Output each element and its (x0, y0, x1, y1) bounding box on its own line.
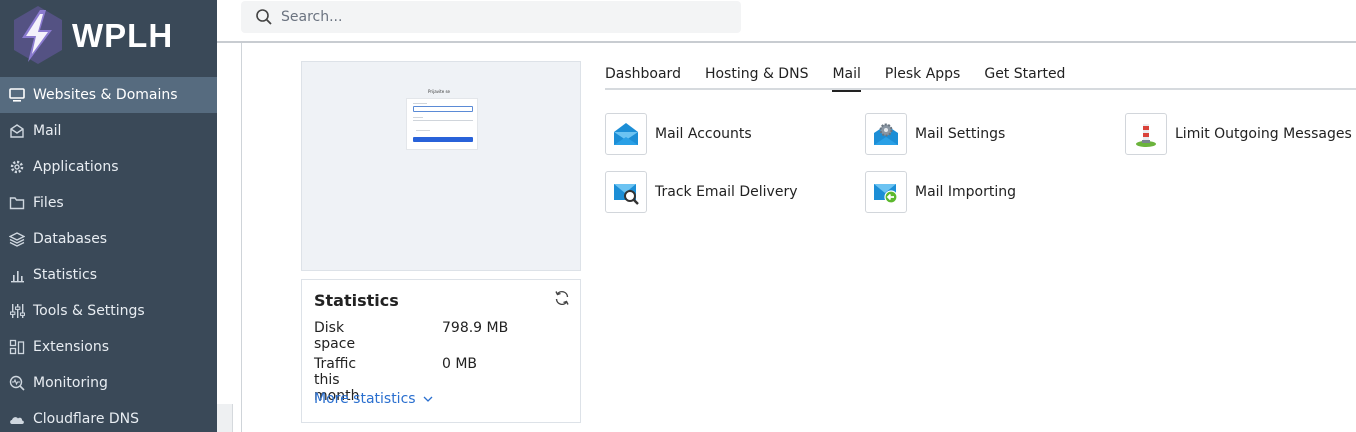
sidebar-item-label: Monitoring (33, 375, 108, 391)
envelope-icon (9, 123, 25, 139)
monitor-icon (9, 87, 25, 103)
bar-chart-icon (9, 267, 25, 283)
statistics-title: Statistics (314, 291, 399, 310)
tool-label: Limit Outgoing Messages (1175, 126, 1352, 142)
tool-label: Track Email Delivery (655, 184, 798, 200)
preview-button (413, 137, 473, 142)
sidebar-item-extensions[interactable]: Extensions (0, 329, 217, 365)
preview-line (413, 117, 423, 118)
chevron-down-icon (423, 396, 433, 402)
preview-line (413, 120, 473, 121)
gear-icon (9, 159, 25, 175)
statistics-card: Statistics Disk space 798.9 MB Traffic t… (301, 279, 581, 423)
tab-hosting-dns[interactable]: Hosting & DNS (705, 64, 808, 90)
sidebar-item-files[interactable]: Files (0, 185, 217, 221)
lightning-logo-icon (14, 6, 62, 64)
tool-mail-accounts[interactable]: Mail Accounts (605, 113, 752, 155)
sidebar-item-statistics[interactable]: Statistics (0, 257, 217, 293)
tool-label: Mail Accounts (655, 126, 752, 142)
sidebar-item-label: Applications (33, 159, 119, 175)
sidebar: WPLH Websites & Domains Mail Application… (0, 0, 217, 432)
sidebar-item-mail[interactable]: Mail (0, 113, 217, 149)
sidebar-nav: Websites & Domains Mail Applications Fil… (0, 77, 217, 432)
brand-logo[interactable]: WPLH (10, 3, 173, 69)
tool-track-email-delivery[interactable]: Track Email Delivery (605, 171, 798, 213)
tab-bar: Dashboard Hosting & DNS Mail Plesk Apps … (605, 64, 1356, 92)
brand-name: WPLH (72, 17, 174, 54)
search-icon (256, 9, 272, 25)
stat-value: 0 MB (442, 356, 478, 372)
header-divider (217, 41, 1356, 43)
tab-plesk-apps[interactable]: Plesk Apps (885, 64, 960, 90)
folder-icon (9, 195, 25, 211)
divider (241, 42, 242, 432)
sidebar-item-label: Mail (33, 123, 62, 139)
tab-mail[interactable]: Mail (832, 64, 862, 92)
sidebar-item-label: Statistics (33, 267, 97, 283)
layers-icon (9, 231, 25, 247)
more-statistics-link[interactable]: More statistics (314, 391, 433, 407)
sidebar-item-label: Cloudflare DNS (33, 411, 140, 427)
mail-settings-icon (865, 113, 907, 155)
search-input[interactable] (281, 9, 721, 25)
sidebar-item-label: Extensions (33, 339, 110, 355)
site-preview-thumbnail[interactable]: Prijavite se (301, 61, 581, 271)
sidebar-item-label: Tools & Settings (33, 303, 145, 319)
limit-outgoing-icon (1125, 113, 1167, 155)
sidebar-item-label: Files (33, 195, 64, 211)
sidebar-item-monitoring[interactable]: Monitoring (0, 365, 217, 401)
tool-label: Mail Importing (915, 184, 1017, 200)
mail-accounts-icon (605, 113, 647, 155)
sidebar-item-label: Websites & Domains (33, 87, 178, 103)
tab-get-started[interactable]: Get Started (984, 64, 1065, 90)
sliders-icon (9, 303, 25, 319)
content-gutter (217, 0, 242, 432)
sidebar-item-websites-domains[interactable]: Websites & Domains (0, 77, 217, 113)
sidebar-item-label: Databases (33, 231, 108, 247)
preview-line (416, 130, 430, 131)
magnifier-pulse-icon (9, 375, 25, 391)
tool-mail-settings[interactable]: Mail Settings (865, 113, 1005, 155)
preview-mini-title: Prijavite se (428, 89, 450, 94)
sidebar-item-applications[interactable]: Applications (0, 149, 217, 185)
tool-label: Mail Settings (915, 126, 1006, 142)
sidebar-collapse-handle[interactable] (217, 404, 233, 432)
search-bar (241, 1, 741, 33)
preview-line (413, 103, 427, 104)
preview-login-form (406, 98, 478, 150)
more-statistics-label: More statistics (314, 391, 416, 407)
tool-mail-importing[interactable]: Mail Importing (865, 171, 1016, 213)
refresh-icon[interactable] (553, 289, 571, 307)
sidebar-item-cloudflare-dns[interactable]: Cloudflare DNS (0, 401, 217, 432)
tool-limit-outgoing-messages[interactable]: Limit Outgoing Messages (1125, 113, 1352, 155)
sidebar-item-databases[interactable]: Databases (0, 221, 217, 257)
mail-importing-icon (865, 171, 907, 213)
stat-value: 798.9 MB (442, 320, 509, 336)
sidebar-item-tools-settings[interactable]: Tools & Settings (0, 293, 217, 329)
cloud-icon (9, 411, 25, 427)
track-email-icon (605, 171, 647, 213)
stat-label: Disk space (314, 320, 356, 352)
blocks-icon (9, 339, 25, 355)
tab-dashboard[interactable]: Dashboard (605, 64, 681, 90)
preview-input (413, 106, 473, 112)
